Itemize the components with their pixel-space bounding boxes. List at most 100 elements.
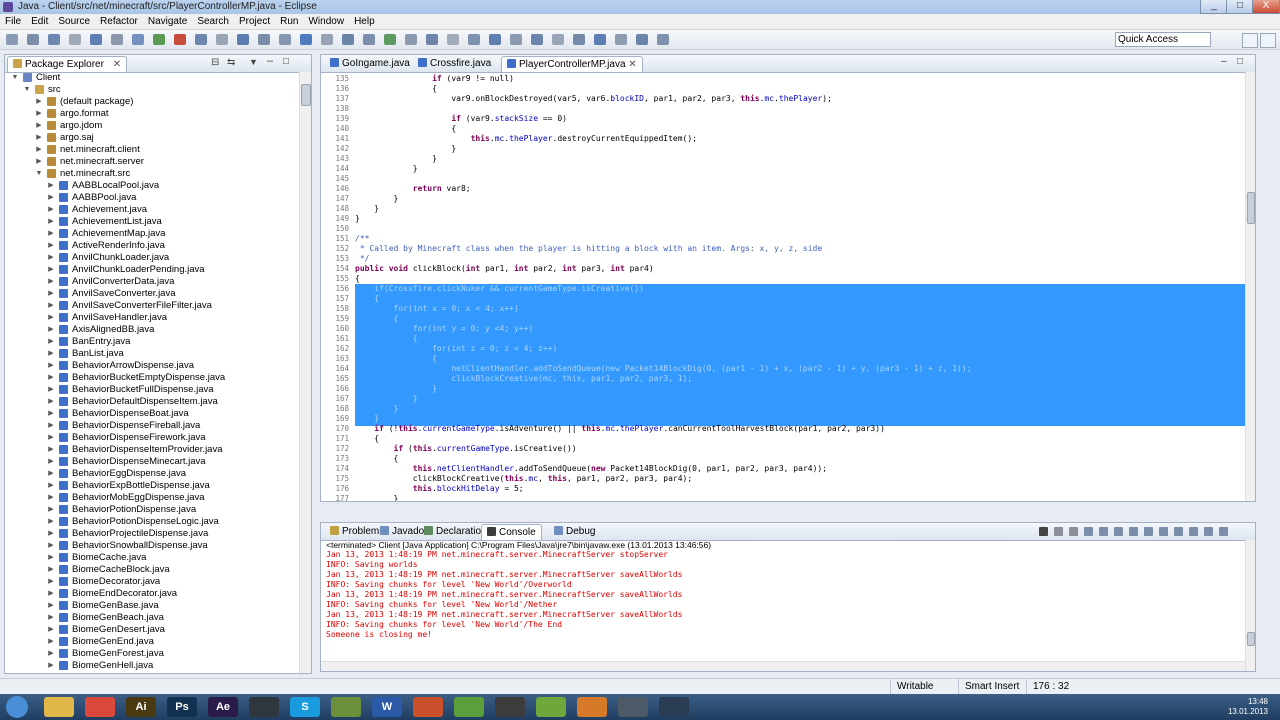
tree-item[interactable]: ▶ BehaviorExpBottleDispense.java: [5, 480, 299, 492]
tree-item[interactable]: ▶ BehaviorDispenseFirework.java: [5, 432, 299, 444]
code-line[interactable]: 176 this.blockHitDelay = 5;: [321, 484, 1245, 494]
collapsed-arrow-icon[interactable]: ▶: [47, 216, 55, 228]
tree-item[interactable]: ▼ net.minecraft.src: [5, 168, 299, 180]
toolbar-icon-4[interactable]: [69, 34, 81, 45]
tree-item[interactable]: ▶ BiomeCacheBlock.java: [5, 564, 299, 576]
collapsed-arrow-icon[interactable]: ▶: [47, 600, 55, 612]
tree-item[interactable]: ▶ AnvilSaveConverter.java: [5, 288, 299, 300]
collapsed-arrow-icon[interactable]: ▶: [35, 144, 43, 156]
collapsed-arrow-icon[interactable]: ▶: [47, 384, 55, 396]
collapsed-arrow-icon[interactable]: ▶: [47, 636, 55, 648]
toolbar-icon-29[interactable]: [594, 34, 606, 45]
console-output[interactable]: <terminated> Client [Java Application] C…: [321, 540, 1245, 671]
code-line[interactable]: 140 {: [321, 124, 1245, 134]
tree-item[interactable]: ▶ AnvilSaveConverterFileFilter.java: [5, 300, 299, 312]
toolbar-icon-3[interactable]: [48, 34, 60, 45]
view-menu-icon[interactable]: ▼: [249, 57, 258, 67]
collapsed-arrow-icon[interactable]: ▶: [47, 276, 55, 288]
tree-item[interactable]: ▶ BehaviorSnowballDispense.java: [5, 540, 299, 552]
tree-scrollbar[interactable]: [299, 72, 311, 673]
toolbar-icon-32[interactable]: [657, 34, 669, 45]
menu-run[interactable]: Run: [275, 14, 303, 29]
tree-item[interactable]: ▶ AxisAlignedBB.java: [5, 324, 299, 336]
expanded-arrow-icon[interactable]: ▼: [11, 72, 19, 84]
chrome-icon[interactable]: [85, 697, 115, 717]
tree-item[interactable]: ▶ BanEntry.java: [5, 336, 299, 348]
code-line[interactable]: 138: [321, 104, 1245, 114]
code-line[interactable]: 170 if (!this.currentGameType.isAdventur…: [321, 424, 1245, 434]
collapsed-arrow-icon[interactable]: ▶: [47, 288, 55, 300]
tree-item[interactable]: ▼ Client: [5, 72, 299, 84]
app-dark-icon[interactable]: [249, 697, 279, 717]
close-icon[interactable]: ✕: [113, 59, 121, 70]
tree-item[interactable]: ▶ BehaviorPotionDispenseLogic.java: [5, 516, 299, 528]
link-editor-icon[interactable]: ⇆: [227, 57, 235, 68]
menu-source[interactable]: Source: [53, 14, 95, 29]
toolbar-icon-9[interactable]: [174, 34, 186, 45]
collapsed-arrow-icon[interactable]: ▶: [47, 360, 55, 372]
collapsed-arrow-icon[interactable]: ▶: [47, 612, 55, 624]
tree-item[interactable]: ▶ BehaviorEggDispense.java: [5, 468, 299, 480]
code-line[interactable]: 153 */: [321, 254, 1245, 264]
quick-access-input[interactable]: Quick Access: [1115, 32, 1211, 47]
tree-item[interactable]: ▶ Achievement.java: [5, 204, 299, 216]
toolbar-icon-19[interactable]: [384, 34, 396, 45]
console-toolbar-icon-2[interactable]: [1054, 527, 1063, 536]
system-clock[interactable]: 13:48 13.01.2013: [1228, 697, 1268, 717]
collapsed-arrow-icon[interactable]: ▶: [35, 108, 43, 120]
toolbar-icon-10[interactable]: [195, 34, 207, 45]
tree-item[interactable]: ▶ BiomeDecorator.java: [5, 576, 299, 588]
code-line[interactable]: 148 }: [321, 204, 1245, 214]
collapsed-arrow-icon[interactable]: ▶: [47, 624, 55, 636]
collapsed-arrow-icon[interactable]: ▶: [47, 408, 55, 420]
close-tab-icon[interactable]: ✕: [626, 59, 636, 70]
collapsed-arrow-icon[interactable]: ▶: [47, 264, 55, 276]
collapsed-arrow-icon[interactable]: ▶: [47, 456, 55, 468]
toolbar-icon-12[interactable]: [237, 34, 249, 45]
console-hscrollbar[interactable]: [321, 661, 1245, 671]
code-line[interactable]: 139 if (var9.stackSize == 0): [321, 114, 1245, 124]
code-line[interactable]: 167 }: [321, 394, 1245, 404]
maximize-view-icon[interactable]: □: [283, 56, 289, 67]
illustrator-icon[interactable]: Ai: [126, 697, 156, 717]
code-line[interactable]: 158 for(int x = 0; x < 4; x++): [321, 304, 1245, 314]
console-toolbar-icon-11[interactable]: [1189, 527, 1198, 536]
console-toolbar-icon-6[interactable]: [1114, 527, 1123, 536]
toolbar-icon-5[interactable]: [90, 34, 102, 45]
tree-item[interactable]: ▶ AnvilSaveHandler.java: [5, 312, 299, 324]
console-toolbar-icon-4[interactable]: [1084, 527, 1093, 536]
tree-item[interactable]: ▶ BanList.java: [5, 348, 299, 360]
after-effects-icon[interactable]: Ae: [208, 697, 238, 717]
collapsed-arrow-icon[interactable]: ▶: [47, 432, 55, 444]
collapsed-arrow-icon[interactable]: ▶: [47, 300, 55, 312]
toolbar-icon-30[interactable]: [615, 34, 627, 45]
tree-item[interactable]: ▶ argo.saj: [5, 132, 299, 144]
dark-app-icon[interactable]: [495, 697, 525, 717]
toolbar-icon-7[interactable]: [132, 34, 144, 45]
collapsed-arrow-icon[interactable]: ▶: [47, 480, 55, 492]
tree-item[interactable]: ▶ BehaviorPotionDispense.java: [5, 504, 299, 516]
code-line[interactable]: 174 this.netClientHandler.addToSendQueue…: [321, 464, 1245, 474]
collapsed-arrow-icon[interactable]: ▶: [47, 312, 55, 324]
collapsed-arrow-icon[interactable]: ▶: [47, 564, 55, 576]
menu-navigate[interactable]: Navigate: [143, 14, 192, 29]
code-line[interactable]: 164 netClientHandler.addToSendQueue(new …: [321, 364, 1245, 374]
package-tree[interactable]: ▼ Client ▼ src ▶ (default package) ▶ argo.forma…: [5, 72, 299, 673]
tree-item[interactable]: ▶ argo.format: [5, 108, 299, 120]
code-line[interactable]: 175 clickBlockCreative(this.mc, this, pa…: [321, 474, 1245, 484]
code-line[interactable]: 150: [321, 224, 1245, 234]
menu-edit[interactable]: Edit: [26, 14, 53, 29]
editor-scrollbar-thumb[interactable]: [1247, 192, 1255, 224]
tree-item[interactable]: ▶ BehaviorDefaultDispenseItem.java: [5, 396, 299, 408]
collapsed-arrow-icon[interactable]: ▶: [47, 324, 55, 336]
collapsed-arrow-icon[interactable]: ▶: [47, 240, 55, 252]
toolbar-icon-22[interactable]: [447, 34, 459, 45]
collapsed-arrow-icon[interactable]: ▶: [47, 204, 55, 216]
tree-item[interactable]: ▶ BehaviorDispenseItemProvider.java: [5, 444, 299, 456]
tree-item[interactable]: ▼ src: [5, 84, 299, 96]
code-line[interactable]: 157 {: [321, 294, 1245, 304]
toolbar-icon-1[interactable]: [6, 34, 18, 45]
collapsed-arrow-icon[interactable]: ▶: [47, 576, 55, 588]
tree-item[interactable]: ▶ BehaviorDispenseBoat.java: [5, 408, 299, 420]
collapsed-arrow-icon[interactable]: ▶: [47, 648, 55, 660]
